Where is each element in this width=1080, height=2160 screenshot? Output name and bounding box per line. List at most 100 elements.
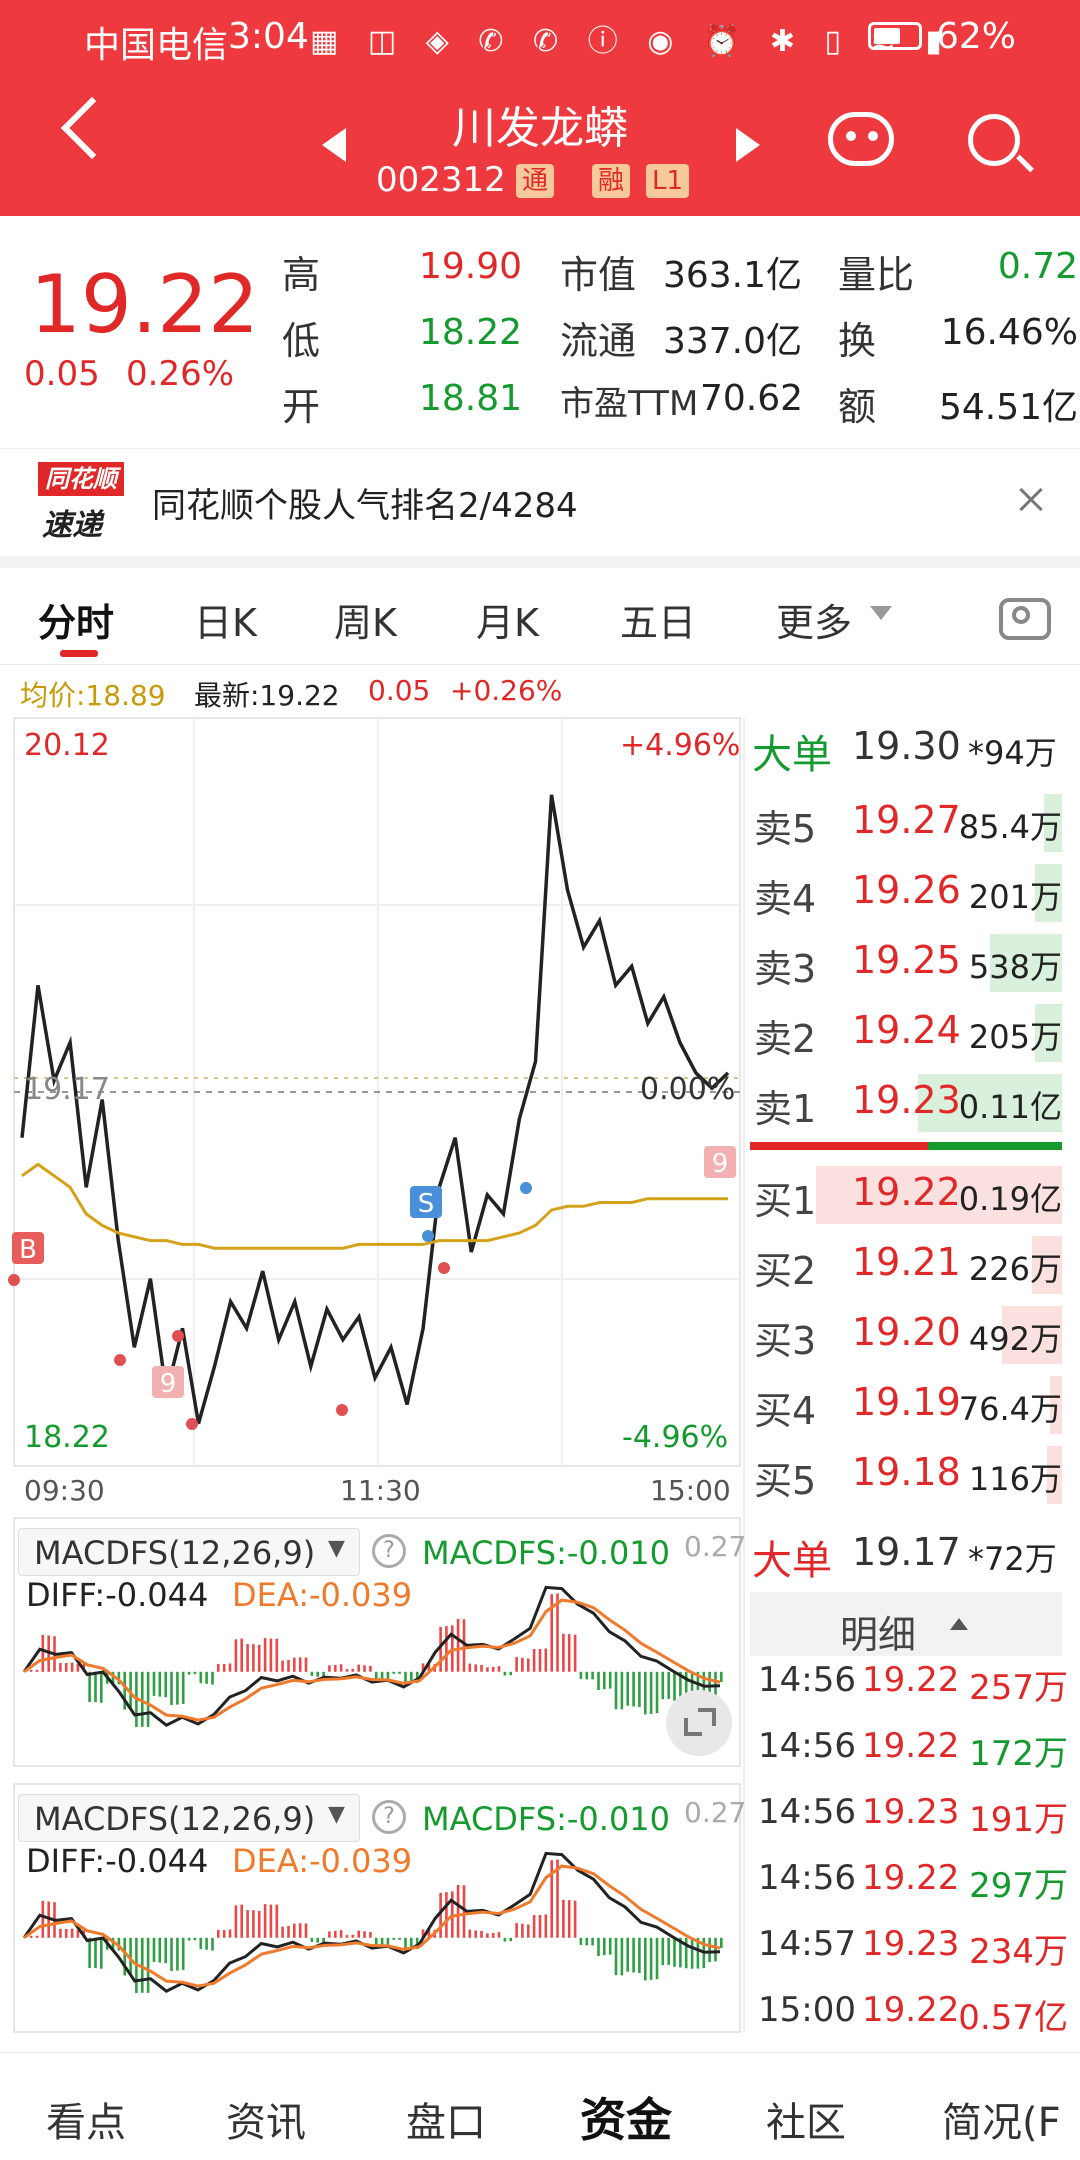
ask-label: 卖4 [754,877,817,921]
tick-volume: 172万 [969,1734,1068,1774]
macd-hist-bar [222,1930,226,1938]
signal-dot [186,1418,198,1430]
nav-community[interactable]: 社区 [766,2090,846,2148]
macd-hist-bar [532,1649,536,1672]
chevron-up-icon[interactable] [950,1618,968,1630]
macd-hist-bar [468,1663,472,1672]
tick-time: 14:56 [758,1792,856,1832]
macd-hist-bar [638,1671,641,1707]
bid-volume: 226万 [968,1250,1062,1288]
dea-value-1: DEA:-0.039 [232,1576,413,1614]
bid-label: 买3 [754,1319,817,1363]
macd-hist-bar [661,1937,665,1966]
bid-ratio-bar [750,1142,928,1150]
bid-level-row[interactable]: 买3 19.20 492万 [746,1302,1080,1370]
dropdown-caret-icon-2[interactable]: ▼ [328,1802,345,1827]
macd-hist-bar [298,1923,302,1938]
bottom-nav [0,2052,1080,2160]
macd-hist-bar [211,1671,214,1685]
tick-time: 14:56 [758,1726,856,1766]
detail-label[interactable]: 明细 [840,1604,916,1659]
bid-level-row[interactable]: 买4 19.19 76.4万 [746,1372,1080,1440]
bid-label: 买4 [754,1389,817,1433]
signal-dot [8,1274,20,1286]
bid-price: 19.21 [852,1240,961,1284]
ask-level-row[interactable]: 卖2 19.24 205万 [746,1000,1080,1068]
macd-name-1[interactable]: MACDFS(12,26,9) [34,1534,315,1572]
y-high-label: 20.12 [24,728,110,763]
macd-hist-bar [538,1649,542,1672]
bid-level-row[interactable]: 买2 19.21 226万 [746,1232,1080,1300]
dropdown-caret-icon-1[interactable]: ▼ [328,1536,345,1561]
macd-hist-bar [252,1644,255,1672]
bid-level-row[interactable]: 买1 19.22 0.19亿 [746,1162,1080,1230]
bid-label: 买5 [754,1459,817,1503]
bid-level-row[interactable]: 买5 19.18 116万 [746,1442,1080,1510]
macd-hist-bar [211,1937,214,1951]
buy-marker: B [19,1235,37,1265]
macd-hist-bar [620,1671,624,1710]
expand-icon[interactable] [666,1690,732,1756]
macd-hist-bar [146,1671,150,1727]
bid-label: 买2 [754,1249,817,1293]
macd-hist-bar [527,1924,530,1938]
tick-row: 14:56 19.23 191万 [758,1792,1068,1858]
macd-hist-bar [573,1634,577,1672]
nav-highlights[interactable]: 看点 [46,2090,126,2148]
signal-dot [520,1182,532,1194]
signal-dot [336,1404,348,1416]
macd-hist-bar [567,1900,571,1938]
macd-hist-bar [357,1664,360,1672]
bid-price: 19.20 [852,1310,961,1354]
tick-time: 14:56 [758,1660,856,1700]
macd-hist-bar [527,1658,530,1672]
macd-hist-bar [199,1937,203,1950]
macd-hist-bar [334,1931,337,1938]
macd-hist-bar [661,1671,665,1700]
macd-hist-bar [287,1926,290,1938]
nav-profile[interactable]: 简况(F [942,2090,1061,2148]
macd-hist-bar [480,1664,483,1672]
ask-level-row[interactable]: 卖3 19.25 538万 [746,930,1080,998]
macd-hist-bar [41,1634,45,1672]
macd-hist-bar [620,1937,624,1976]
nav-news[interactable]: 资讯 [226,2090,306,2148]
y-low-label: 18.22 [24,1420,110,1455]
signal-dot [114,1354,126,1366]
macd-hist-bar [222,1664,226,1672]
pct-low-label: -4.96% [622,1420,729,1455]
macd-hist-bar [316,1937,319,1943]
macd-hist-bar [310,1671,314,1676]
macd-hist-bar [714,1937,717,1962]
nav-funds[interactable]: 资金 [580,2084,672,2150]
tick-price: 19.22 [862,1726,960,1766]
ask-volume: 0.11亿 [958,1088,1062,1126]
macd-hist-bar [298,1657,302,1672]
tick-volume: 297万 [969,1866,1068,1906]
sell-marker: S [418,1189,435,1219]
macd-hist-bar [205,1937,208,1950]
macd-hist-bar [164,1671,167,1698]
macd-name-2[interactable]: MACDFS(12,26,9) [34,1800,315,1838]
macd-hist-bar [673,1937,676,1967]
macd-hist-bar [345,1669,349,1672]
prev-close-label: 19.17 [24,1072,110,1107]
ask-level-row[interactable]: 卖4 19.26 201万 [746,860,1080,928]
macd-hist-bar [445,1892,448,1938]
ask-level-row[interactable]: 卖5 19.27 85.4万 [746,790,1080,858]
macd-hist-bar [275,1638,279,1672]
macd-hist-bar [287,1660,290,1672]
macd-hist-bar [626,1671,629,1706]
ask-level-row[interactable]: 卖1 19.23 0.11亿 [746,1070,1080,1138]
macd-hist-bar [591,1937,594,1946]
macd-hist-bar [328,1931,331,1938]
help-icon-2[interactable]: ? [372,1800,406,1834]
macd-hist-bar [170,1671,173,1705]
nav-handicap[interactable]: 盘口 [406,2090,486,2148]
macd-hist-bar [246,1644,249,1672]
macd-hist-bar [158,1671,162,1697]
help-icon-1[interactable]: ? [372,1534,406,1568]
tick-price: 19.23 [862,1924,960,1964]
tick-volume: 234万 [969,1932,1068,1972]
macd-hist-bar [608,1671,612,1689]
